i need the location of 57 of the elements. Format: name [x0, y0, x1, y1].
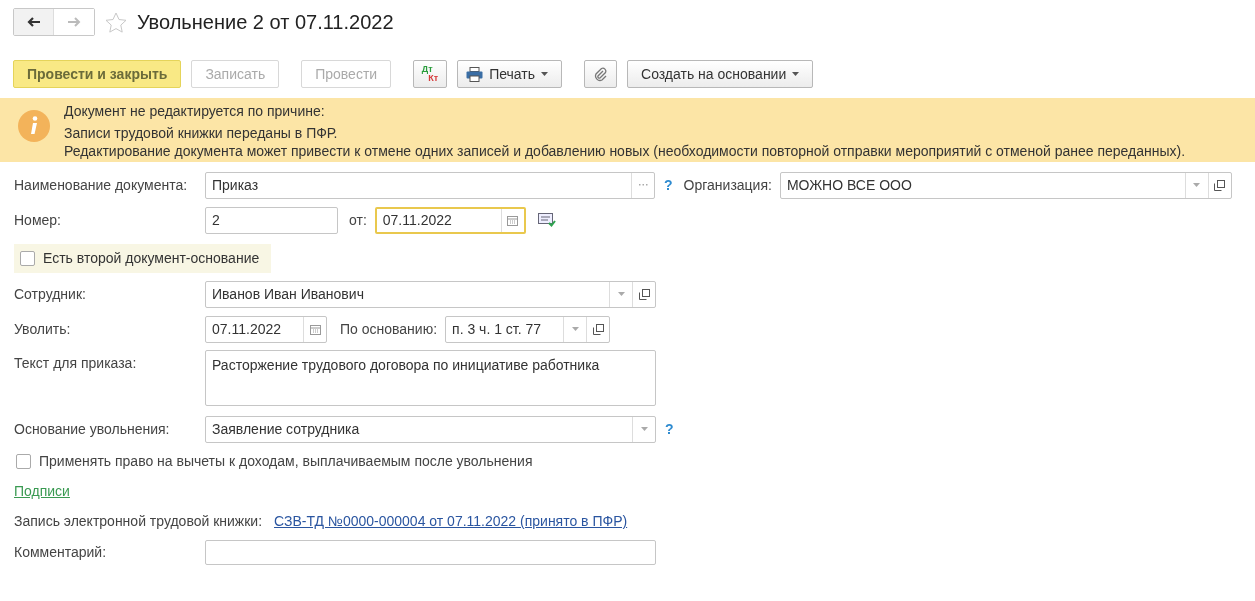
field-label: Наименование документа: — [14, 177, 189, 193]
window-title: Увольнение 2 от 07.11.2022 — [137, 10, 394, 34]
caret-icon — [541, 72, 548, 76]
help-link[interactable]: ? — [665, 421, 674, 437]
caret-icon — [571, 327, 579, 331]
employee-field[interactable]: Иванов Иван Иванович — [205, 280, 656, 308]
field-label: Организация: — [683, 177, 772, 193]
field-label: Уволить: — [14, 321, 72, 337]
field-label: Комментарий: — [14, 544, 108, 560]
field-label: Основание увольнения: — [14, 421, 171, 437]
left-arrow-icon — [27, 17, 40, 27]
checkbox[interactable] — [20, 250, 35, 266]
field-label: Сотрудник: — [14, 286, 87, 302]
open-window-icon — [592, 323, 604, 335]
field-label: По основанию: — [340, 321, 438, 337]
signatures-link[interactable]: Подписи — [14, 483, 70, 499]
open-window-icon — [638, 288, 650, 300]
banner-text: Редактирование документа может привести к отмене одних записей и добавлению новых (необходимости повторной отправки мероприятий с отменой ранее переданных). — [64, 142, 1186, 160]
date-field[interactable]: 07.11.2022 — [374, 206, 526, 234]
field-label: Номер: — [14, 212, 62, 228]
document-check-icon[interactable] — [537, 213, 556, 227]
document-name-field[interactable]: Приказ — [205, 171, 655, 199]
checkbox-label: Применять право на вычеты к доходам, выплачиваемым после увольнения — [39, 453, 533, 469]
number-field[interactable]: 2 — [205, 206, 338, 234]
field-label: от: — [349, 212, 367, 228]
debit-credit-button[interactable]: Дт Кт — [413, 60, 448, 88]
back-button[interactable] — [14, 9, 54, 35]
checkbox[interactable] — [16, 453, 31, 469]
field-label: Запись электронной трудовой книжки: — [14, 513, 263, 529]
open-window-icon — [1214, 179, 1226, 191]
order-text-area[interactable]: Расторжение трудового договора по инициативе работника — [205, 350, 656, 406]
caret-icon — [617, 292, 625, 296]
checkbox-label: Есть второй документ-основание — [43, 250, 260, 266]
caret-icon — [792, 72, 800, 76]
post-and-close-button[interactable]: Провести и закрыть — [13, 60, 182, 88]
dismissal-basis-field[interactable]: Заявление сотрудника — [205, 415, 656, 443]
comment-field[interactable] — [205, 539, 656, 565]
create-based-on-button[interactable]: Создать на основании — [627, 60, 814, 88]
field-label: Текст для приказа: — [14, 354, 138, 371]
record-link[interactable]: СЗВ-ТД №0000-000004 от 07.11.2022 (принято в ПФР) — [274, 513, 628, 529]
banner-heading: Документ не редактируется по причине: — [64, 102, 326, 120]
right-arrow-icon — [67, 17, 81, 27]
caret-icon — [1193, 183, 1201, 187]
paperclip-icon — [594, 66, 607, 82]
banner-text: Записи трудовой книжки переданы в ПФР. — [64, 124, 339, 142]
calendar-icon — [507, 214, 519, 226]
help-link[interactable]: ? — [664, 177, 673, 193]
star-icon[interactable] — [105, 11, 127, 33]
info-icon — [18, 110, 50, 142]
dismiss-date-field[interactable]: 07.11.2022 — [205, 315, 327, 343]
print-button[interactable]: Печать — [457, 60, 562, 88]
legal-basis-field[interactable]: п. 3 ч. 1 ст. 77 — [445, 315, 611, 343]
printer-icon — [466, 66, 484, 82]
caret-icon — [640, 427, 648, 431]
calendar-icon — [309, 323, 321, 335]
organization-field[interactable]: МОЖНО ВСЕ ООО — [779, 171, 1232, 199]
attach-button[interactable] — [584, 60, 617, 88]
